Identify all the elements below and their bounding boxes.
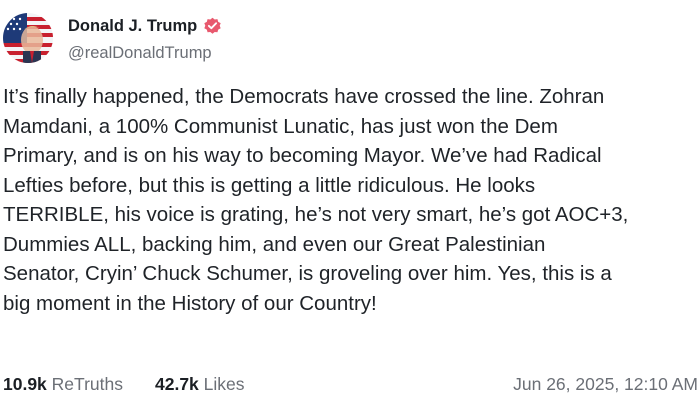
truth-social-post: Donald J. Trump @realDonaldTrump It’s fi… bbox=[0, 0, 700, 400]
retruths-stat[interactable]: 10.9k ReTruths bbox=[3, 374, 123, 395]
likes-label: Likes bbox=[203, 374, 245, 394]
post-footer: 10.9k ReTruths 42.7k Likes Jun 26, 2025,… bbox=[3, 374, 700, 396]
likes-count: 42.7k bbox=[155, 374, 199, 394]
author-display-name[interactable]: Donald J. Trump bbox=[68, 17, 197, 36]
post-body-line: Lefties before, but this is getting a li… bbox=[3, 173, 536, 197]
post-body-line: Senator, Cryin’ Chuck Schumer, is grovel… bbox=[3, 262, 612, 285]
post-body-line: It’s finally happened, the Democrats hav… bbox=[3, 85, 605, 108]
post-timestamp[interactable]: Jun 26, 2025, 12:10 AM bbox=[513, 374, 698, 395]
retruths-label: ReTruths bbox=[51, 374, 123, 394]
author-handle[interactable]: @realDonaldTrump bbox=[68, 44, 212, 63]
likes-stat[interactable]: 42.7k Likes bbox=[155, 374, 245, 395]
post-body-line: Primary, and is on his way to becoming M… bbox=[3, 144, 602, 167]
author-avatar[interactable] bbox=[3, 13, 53, 63]
post-body-line: Mamdani, a 100% Communist Lunatic, has j… bbox=[3, 114, 558, 138]
post-body-line: TERRIBLE, his voice is grating, he’s not… bbox=[3, 203, 629, 226]
post-body: It’s finally happened, the Democrats hav… bbox=[3, 82, 697, 318]
profile-photo bbox=[3, 13, 53, 63]
retruths-count: 10.9k bbox=[3, 374, 47, 394]
post-body-line: Dummies ALL, backing him, and even our G… bbox=[3, 232, 546, 256]
author-name-row: Donald J. Trump bbox=[68, 14, 222, 38]
post-body-line: big moment in the History of our Country… bbox=[3, 291, 377, 315]
verified-badge-icon bbox=[203, 17, 222, 36]
